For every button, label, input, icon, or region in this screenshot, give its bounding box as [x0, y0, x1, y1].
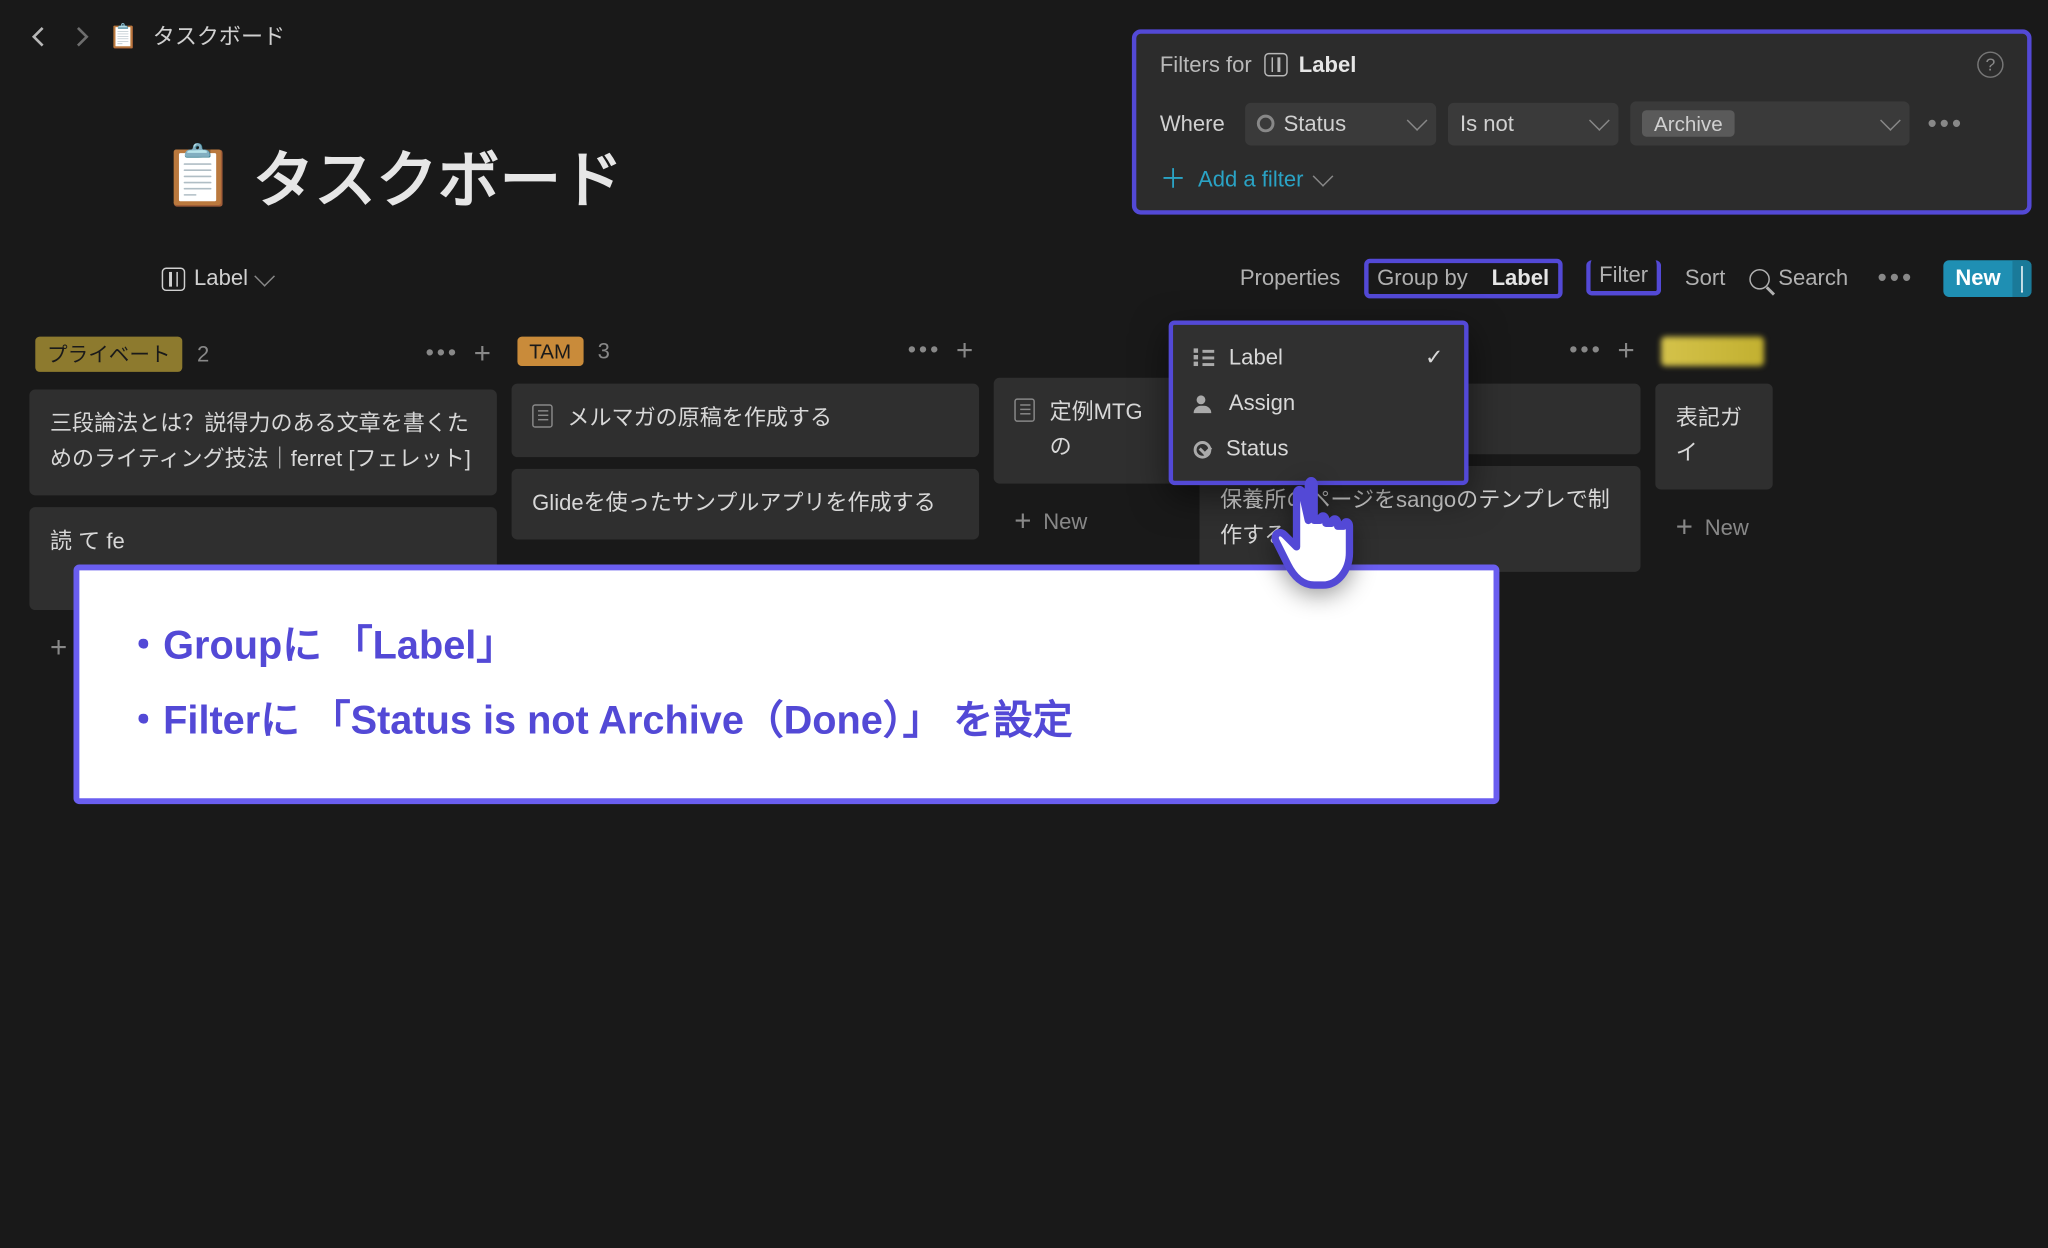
annotation-callout: ・Groupに 「Label」 ・Filterに 「Status is not …	[74, 564, 1500, 803]
chevron-down-icon	[254, 265, 275, 286]
column-count: 2	[197, 342, 209, 367]
column-header	[1655, 331, 1773, 384]
add-card-button[interactable]: +New	[994, 495, 1185, 548]
filter-view-name: Label	[1299, 52, 1357, 77]
filter-panel-header: Filters for Label ?	[1160, 51, 2004, 77]
filter-where-label: Where	[1160, 111, 1225, 136]
column-tag[interactable]: プライベート	[35, 337, 182, 372]
breadcrumb[interactable]: タスクボード	[153, 21, 285, 52]
sort-button[interactable]: Sort	[1685, 266, 1725, 291]
chevron-down-icon	[1407, 110, 1428, 131]
help-icon[interactable]: ?	[1977, 51, 2003, 77]
pointer-hand-icon	[1264, 470, 1370, 596]
new-button[interactable]: New	[1944, 260, 2032, 297]
search-button[interactable]: Search	[1749, 266, 1848, 291]
column-tag[interactable]: TAM	[517, 337, 582, 366]
page-emoji-icon: 📋	[109, 21, 138, 50]
annotation-line: ・Groupに 「Label」	[123, 609, 1449, 684]
plus-icon: +	[1676, 513, 1693, 542]
column-more-icon[interactable]: •••	[1569, 338, 1603, 364]
status-circle-icon	[1194, 440, 1212, 458]
group-by-button[interactable]: Group by Label	[1364, 259, 1563, 299]
filter-value-select[interactable]: Archive	[1631, 101, 1910, 145]
new-button-chevron[interactable]	[2012, 260, 2031, 297]
list-icon	[1194, 348, 1215, 366]
view-tab[interactable]: Label	[162, 266, 272, 291]
forward-arrow-icon[interactable]	[68, 23, 94, 49]
status-dot-icon	[1257, 115, 1275, 133]
people-icon	[1194, 395, 1215, 413]
column-header: プライベート 2 ••• +	[29, 331, 496, 390]
filter-rule-row: Where Status Is not Archive •••	[1160, 101, 2004, 145]
plus-icon: ＋	[1160, 166, 1186, 192]
add-card-button[interactable]: +New	[1655, 501, 1773, 554]
dropdown-item-label[interactable]: Label ✓	[1173, 334, 1464, 381]
board-card[interactable]: Glideを使ったサンプルアプリを作成する	[512, 469, 979, 540]
column-count: 3	[598, 339, 610, 364]
group-by-dropdown: Label ✓ Assign Status	[1169, 320, 1469, 485]
add-filter-button[interactable]: ＋ Add a filter	[1160, 166, 2004, 192]
properties-button[interactable]: Properties	[1240, 266, 1341, 291]
board-view-icon	[162, 267, 186, 291]
view-toolbar: Label Properties Group by Label Filter S…	[162, 259, 2032, 299]
chevron-down-icon	[1312, 166, 1333, 187]
column-add-icon[interactable]: +	[956, 337, 973, 366]
search-icon	[1749, 268, 1770, 289]
check-icon: ✓	[1425, 344, 1443, 370]
board-card[interactable]: 三段論法とは？説得力のある文章を書くためのライティング技法｜ferret [フェ…	[29, 390, 496, 496]
column-header	[994, 331, 1185, 378]
back-arrow-icon[interactable]	[26, 23, 52, 49]
doc-icon	[1014, 398, 1035, 433]
title-text[interactable]: タスクボード	[253, 131, 623, 221]
board-card[interactable]: 表記ガイ	[1655, 384, 1773, 490]
filter-panel: Filters for Label ? Where Status Is not …	[1132, 29, 2032, 214]
column-tag-blurred	[1661, 337, 1764, 366]
board-card[interactable]: 定例MTGの	[994, 378, 1185, 484]
filter-rule-more-icon[interactable]: •••	[1922, 108, 1970, 139]
filter-button[interactable]: Filter	[1586, 259, 1661, 294]
filter-value-pill: Archive	[1642, 110, 1734, 136]
column-add-icon[interactable]: +	[1617, 337, 1634, 366]
column-header: TAM 3 ••• +	[512, 331, 979, 384]
plus-icon: +	[50, 634, 67, 663]
filter-property-select[interactable]: Status	[1245, 102, 1436, 145]
chevron-down-icon	[1589, 110, 1610, 131]
column-more-icon[interactable]: •••	[908, 338, 942, 364]
column-add-icon[interactable]: +	[474, 340, 491, 369]
annotation-line: ・Filterに 「Status is not Archive（Done）」 を…	[123, 684, 1449, 759]
chevron-down-icon	[1880, 110, 1901, 131]
dropdown-item-assign[interactable]: Assign	[1173, 381, 1464, 427]
board-column: 表記ガイ +New	[1655, 331, 1773, 675]
board-view-icon	[1263, 53, 1287, 77]
filter-operator-select[interactable]: Is not	[1448, 102, 1619, 145]
dropdown-item-status[interactable]: Status	[1173, 426, 1464, 472]
filters-for-label: Filters for	[1160, 52, 1252, 77]
board-card[interactable]: メルマガの原稿を作成する	[512, 384, 979, 458]
title-emoji-icon[interactable]: 📋	[162, 141, 235, 210]
column-more-icon[interactable]: •••	[426, 341, 460, 367]
doc-icon	[532, 404, 553, 439]
toolbar-more-icon[interactable]: •••	[1872, 263, 1920, 294]
plus-icon: +	[1014, 507, 1031, 536]
